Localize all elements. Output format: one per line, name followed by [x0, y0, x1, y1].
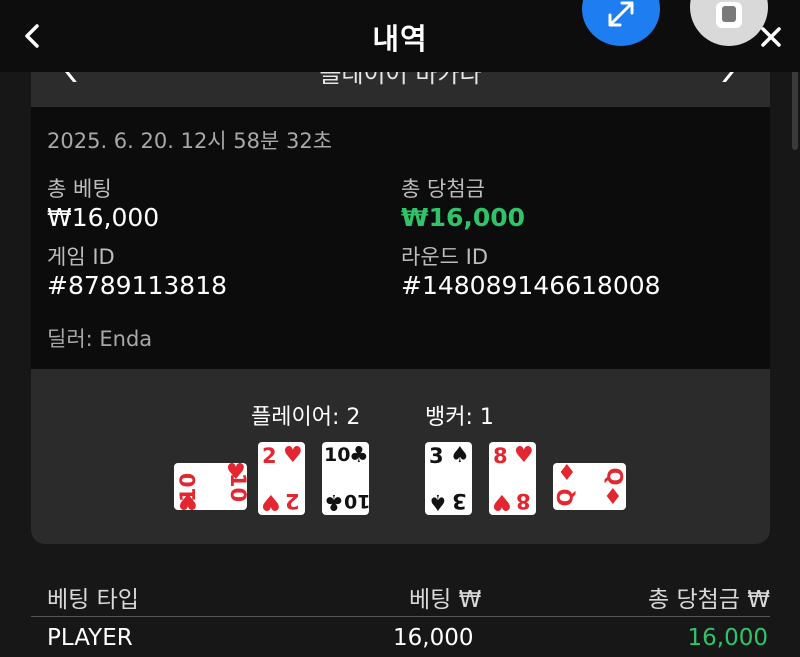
card-rank: 3	[429, 444, 444, 468]
card-rank: 2	[285, 489, 300, 513]
column-header-bet: 베팅 ₩	[409, 587, 482, 613]
expand-arrows-icon	[608, 1, 634, 27]
table-row: PLAYER 16,000 16,000	[31, 617, 770, 657]
card-rank: 8	[493, 444, 508, 468]
game-result-card: 플레이어: 2 뱅커: 1 10 ♥ 10 ♥ 2 ♥ ♥ 2 10 ♣ ♣ 1…	[31, 369, 770, 544]
heart-icon: ♥	[261, 489, 281, 514]
heart-icon: ♥	[226, 460, 246, 485]
game-id-value: #8789113818	[47, 271, 228, 300]
card-rank: 3	[452, 489, 467, 513]
banker-card-2: 8 ♥ ♥ 8	[489, 442, 536, 515]
bets-table-header: 베팅 타입 베팅 ₩ 총 당첨금 ₩	[31, 570, 770, 617]
column-header-bet-type: 베팅 타입	[47, 587, 139, 613]
scrollbar[interactable]	[792, 66, 798, 150]
round-datetime: 2025. 6. 20. 12시 58분 32초	[47, 129, 333, 153]
spade-icon: ♠	[428, 489, 448, 514]
total-bet-label: 총 베팅	[47, 177, 112, 201]
card-rank: 8	[516, 489, 531, 513]
win-amount-cell: 16,000	[687, 625, 768, 651]
banker-card-3: ♦ Q Q ♦	[553, 463, 626, 510]
round-nav: 플레이어 바카라	[31, 66, 770, 107]
dealer-name: 딜러: Enda	[47, 327, 153, 351]
banker-score: 뱅커: 1	[425, 405, 494, 430]
page-title: 내역	[372, 22, 428, 56]
player-card-2: 2 ♥ ♥ 2	[258, 442, 305, 515]
bet-amount-cell: 16,000	[393, 625, 474, 651]
banker-card-1: 3 ♠ ♠ 3	[425, 442, 472, 515]
heart-icon: ♥	[514, 443, 534, 468]
diamond-icon: ♦	[557, 461, 577, 486]
heart-icon: ♥	[283, 443, 303, 468]
club-icon: ♣	[349, 443, 369, 468]
card-rank: 2	[262, 444, 277, 468]
round-id-label: 라운드 ID	[401, 245, 488, 269]
column-header-win: 총 당첨금 ₩	[647, 587, 770, 613]
top-bar: 내역	[0, 0, 800, 72]
card-rank: Q	[553, 488, 578, 507]
stop-square-icon	[716, 2, 742, 28]
total-win-value: ₩16,000	[401, 203, 526, 232]
game-id-label: 게임 ID	[47, 245, 115, 269]
card-rank: 10	[324, 444, 351, 466]
spade-icon: ♠	[450, 443, 470, 468]
heart-icon: ♥	[178, 488, 198, 513]
diamond-icon: ♦	[603, 485, 623, 510]
round-details-card: 2025. 6. 20. 12시 58분 32초 총 베팅 ₩16,000 총 …	[31, 107, 770, 369]
player-card-3: 10 ♣ ♣ 10	[322, 442, 371, 515]
heart-icon: ♥	[492, 489, 512, 514]
round-id-value: #148089146618008	[401, 271, 661, 300]
total-bet-value: ₩16,000	[47, 203, 160, 232]
player-card-1: 10 ♥ 10 ♥	[174, 460, 250, 513]
card-rank: Q	[602, 467, 627, 486]
close-icon	[761, 27, 781, 47]
total-win-label: 총 당첨금	[401, 177, 485, 201]
club-icon: ♣	[324, 489, 344, 514]
bet-type-cell: PLAYER	[47, 625, 133, 651]
close-button[interactable]	[754, 20, 788, 54]
player-score: 플레이어: 2	[251, 405, 361, 430]
card-rank: 10	[344, 490, 371, 512]
